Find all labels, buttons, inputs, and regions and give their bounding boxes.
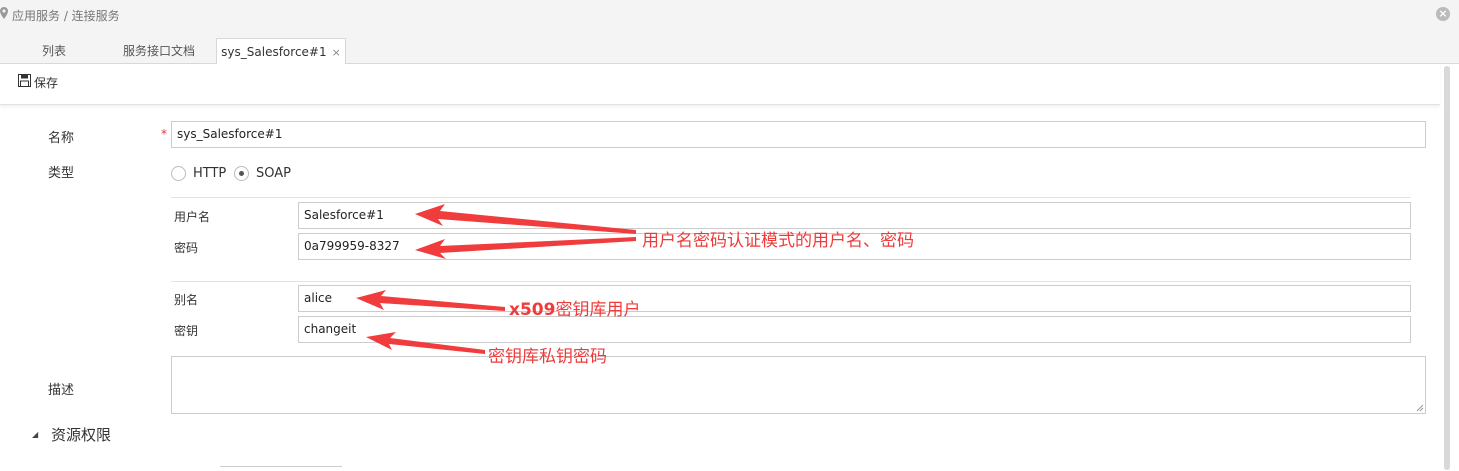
- radio-soap-label[interactable]: SOAP: [256, 166, 291, 181]
- close-icon[interactable]: ×: [1436, 7, 1450, 21]
- radio-soap[interactable]: [234, 166, 249, 181]
- partial-input[interactable]: [220, 466, 342, 471]
- save-button[interactable]: 保存: [34, 74, 58, 91]
- username-label: 用户名: [174, 210, 211, 224]
- username-input[interactable]: Salesforce#1: [298, 202, 1411, 229]
- toolbar: [0, 64, 1440, 105]
- alias-label: 别名: [174, 293, 199, 307]
- breadcrumb: 应用服务 / 连接服务: [12, 9, 120, 23]
- alias-input[interactable]: alice: [298, 285, 1411, 312]
- divider: [171, 197, 1411, 198]
- annotation-x509-rest: 密钥库用户: [555, 300, 641, 320]
- scrollbar-thumb[interactable]: [1444, 66, 1450, 470]
- page-header: [0, 0, 1459, 38]
- resize-grip-icon[interactable]: [1416, 404, 1424, 412]
- tab-service-docs[interactable]: 服务接口文档: [112, 38, 206, 64]
- tab-close-icon[interactable]: ×: [332, 46, 341, 59]
- name-input[interactable]: sys_Salesforce#1: [171, 121, 1426, 148]
- annotation-key-password: 密钥库私钥密码: [488, 347, 607, 367]
- tab-bar: 列表 服务接口文档 sys_Salesforce#1 ×: [0, 38, 1459, 65]
- triangle-down-icon[interactable]: ◢: [32, 430, 38, 439]
- password-label: 密码: [174, 241, 199, 255]
- resource-permission-section[interactable]: 资源权限: [51, 424, 111, 445]
- name-label: 名称: [48, 131, 75, 146]
- radio-http-label[interactable]: HTTP: [193, 166, 226, 181]
- key-label: 密钥: [174, 324, 199, 338]
- annotation-credentials: 用户名密码认证模式的用户名、密码: [642, 231, 914, 251]
- annotation-x509: x509密钥库用户: [509, 295, 640, 320]
- radio-http[interactable]: [171, 166, 186, 181]
- required-mark: *: [161, 127, 167, 141]
- tab-list[interactable]: 列表: [28, 38, 80, 64]
- annotation-x509-bold: x509: [509, 300, 556, 320]
- description-label: 描述: [48, 383, 75, 398]
- divider: [171, 281, 1411, 282]
- type-label: 类型: [48, 166, 75, 181]
- location-pin-icon: [0, 7, 8, 19]
- key-input[interactable]: changeit: [298, 316, 1411, 343]
- tab-sys-salesforce[interactable]: sys_Salesforce#1 ×: [216, 38, 346, 65]
- tab-label: sys_Salesforce#1: [221, 45, 327, 59]
- save-icon[interactable]: [18, 74, 31, 87]
- description-textarea[interactable]: [171, 356, 1426, 414]
